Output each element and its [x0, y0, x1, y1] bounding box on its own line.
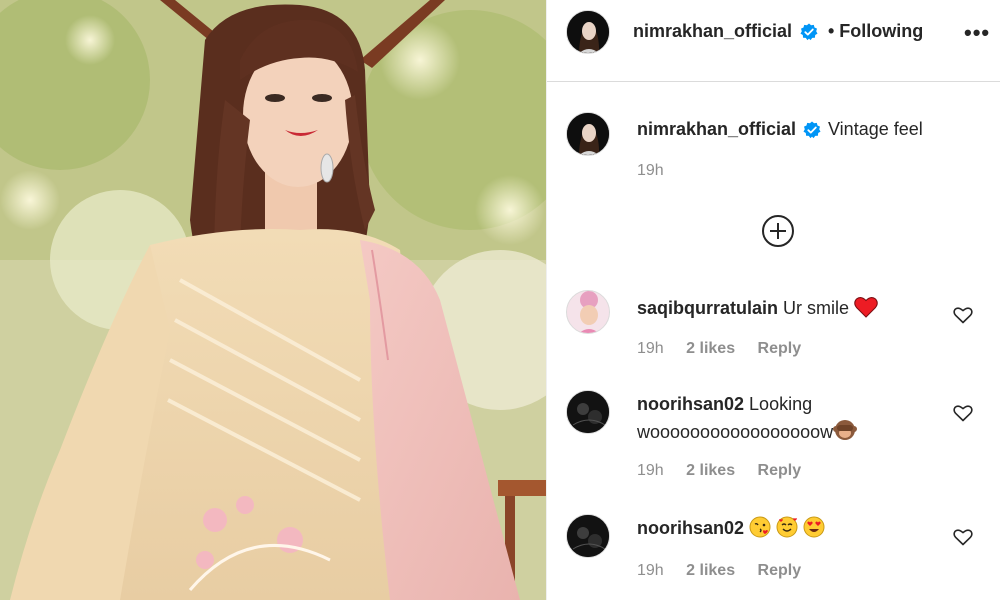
caption-username[interactable]: nimrakhan_official	[637, 119, 796, 140]
avatar-image	[567, 11, 609, 53]
post-image[interactable]	[0, 0, 546, 600]
commenter-avatar[interactable]	[566, 290, 610, 334]
smiling-face-with-hearts-emoji-icon	[776, 516, 798, 538]
avatar-image	[567, 291, 609, 333]
comment-likes-count[interactable]: 2 likes	[686, 340, 735, 357]
comment-body: noorihsan02 Looking wooooooooooooooooow	[637, 390, 937, 446]
post-side-panel: nimrakhan_official • Following ••• nimra…	[546, 0, 1000, 600]
like-comment-heart-icon[interactable]	[953, 404, 973, 422]
comment-timestamp[interactable]: 19h	[637, 562, 664, 579]
heart-eyes-emoji-icon	[803, 516, 825, 538]
comment-timestamp[interactable]: 19h	[637, 462, 664, 479]
caption-timestamp[interactable]: 19h	[637, 162, 664, 180]
comment-username[interactable]: noorihsan02	[637, 394, 744, 414]
following-status-button[interactable]: • Following	[828, 21, 923, 42]
load-more-comments-icon[interactable]	[761, 214, 795, 248]
like-comment-heart-icon[interactable]	[953, 528, 973, 546]
more-options-icon[interactable]: •••	[964, 20, 990, 46]
reply-button[interactable]: Reply	[758, 562, 802, 579]
caption-text: Vintage feel	[828, 119, 923, 139]
comment-username[interactable]: saqibqurratulain	[637, 298, 778, 318]
comment-likes-count[interactable]: 2 likes	[686, 562, 735, 579]
avatar-image	[567, 391, 609, 433]
author-avatar[interactable]	[566, 10, 610, 54]
comment-timestamp[interactable]: 19h	[637, 340, 664, 357]
avatar-image	[567, 515, 609, 557]
commenter-avatar[interactable]	[566, 514, 610, 558]
comment-meta: 19h 2 likes Reply	[637, 462, 819, 480]
verified-badge-icon	[800, 23, 818, 41]
like-comment-heart-icon[interactable]	[953, 306, 973, 324]
comment-body: noorihsan02	[637, 514, 937, 542]
post-header: nimrakhan_official • Following •••	[547, 0, 1000, 82]
see-no-evil-monkey-emoji-icon	[833, 420, 858, 440]
comment-username[interactable]: noorihsan02	[637, 518, 744, 538]
post-photo-illustration	[0, 0, 546, 600]
face-blowing-kiss-emoji-icon	[749, 516, 771, 538]
comment-body: saqibqurratulain Ur smile	[637, 294, 937, 322]
reply-button[interactable]: Reply	[758, 340, 802, 357]
comment-meta: 19h 2 likes Reply	[637, 340, 819, 358]
caption-author-avatar[interactable]	[566, 112, 610, 156]
commenter-avatar[interactable]	[566, 390, 610, 434]
verified-badge-icon	[803, 121, 821, 139]
comment-text: Ur smile	[783, 298, 850, 318]
red-heart-emoji-icon	[854, 297, 878, 318]
reply-button[interactable]: Reply	[758, 462, 802, 479]
comment-meta: 19h 2 likes Reply	[637, 562, 819, 580]
comment-likes-count[interactable]: 2 likes	[686, 462, 735, 479]
author-username[interactable]: nimrakhan_official	[633, 21, 792, 42]
avatar-image	[567, 113, 609, 155]
